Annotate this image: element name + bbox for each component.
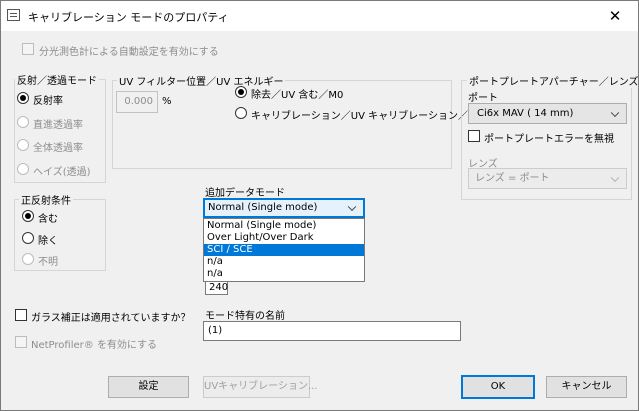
close-button[interactable]: ✕ [597, 4, 633, 28]
radio-haze-label: ヘイズ(透過) [33, 167, 91, 178]
data-mode-option[interactable]: n/a [204, 256, 364, 268]
radio-specular-unknown-label: 不明 [38, 257, 58, 268]
data-mode-option[interactable]: Normal (Single mode) [204, 220, 364, 232]
radio-uv-calibration-label: キャリブレーション／UV キャリブレーション／M1 [251, 111, 483, 122]
data-mode-option[interactable]: n/a [204, 268, 364, 280]
ignore-port-error-label: ポートプレートエラーを無視 [484, 134, 614, 145]
port-dropdown-value: Ci6x MAV ( 14 mm) [477, 108, 574, 119]
specular-title: 正反射条件 [19, 192, 73, 207]
netprofiler-checkbox[interactable] [15, 336, 27, 348]
radio-specular-exclude-label: 除く [38, 236, 58, 247]
radio-uv-exclude-label: 除去／UV 含む／M0 [251, 90, 344, 101]
radio-specular-include-label: 含む [38, 214, 58, 225]
app-window-icon [7, 9, 20, 21]
settings-button[interactable]: 設定 [108, 376, 189, 398]
radio-reflectance-label: 反射率 [33, 96, 63, 107]
reflect-mode-title: 反射／透過モード [15, 72, 99, 87]
radio-total-transmittance[interactable] [17, 139, 29, 151]
data-mode-option[interactable]: Over Light/Over Dark [204, 232, 364, 244]
glass-correction-label: ガラス補正は適用されていますか？ [31, 313, 191, 324]
radio-specular-unknown[interactable] [22, 253, 34, 265]
radio-reflectance[interactable] [17, 92, 29, 104]
port-dropdown[interactable]: Ci6x MAV ( 14 mm) [468, 103, 627, 124]
radio-specular-exclude[interactable] [22, 232, 34, 244]
chevron-down-icon [348, 200, 358, 216]
radio-total-transmittance-label: 全体透過率 [33, 143, 83, 154]
data-mode-label: 追加データモード [205, 188, 285, 199]
data-mode-option-selected[interactable]: SCI / SCE [204, 244, 364, 256]
port-title: ポートプレートアパーチャー／レンズ [467, 73, 639, 88]
data-mode-dropdown[interactable]: Normal (Single mode) [203, 198, 365, 218]
chevron-down-icon [611, 169, 621, 188]
chevron-down-icon [611, 104, 621, 123]
mode-name-label: モード特有の名前 [205, 311, 285, 322]
mode-name-input[interactable]: (1) [203, 321, 461, 341]
spectro-autoset-checkbox[interactable] [22, 43, 34, 55]
lens-dropdown-value: レンズ = ポート [475, 173, 550, 184]
data-mode-dropdown-list: Normal (Single mode) Over Light/Over Dar… [203, 218, 365, 282]
port-label: ポート [468, 93, 498, 104]
ok-button[interactable]: OK [461, 375, 535, 399]
data-mode-dropdown-value: Normal (Single mode) [208, 202, 318, 213]
spectro-autoset-label: 分光測色計による自動設定を有効にする [39, 47, 219, 58]
radio-uv-calibration[interactable] [235, 107, 247, 119]
radio-direct-transmittance[interactable] [17, 116, 29, 128]
uv-calibration-button[interactable]: UVキャリブレーション... [203, 376, 318, 398]
radio-haze[interactable] [17, 163, 29, 175]
radio-uv-exclude[interactable] [235, 86, 247, 98]
radio-specular-include[interactable] [22, 210, 34, 222]
window-title: キャリブレーション モードのプロパティ [28, 11, 229, 24]
hidden-field-input[interactable]: 240 [205, 280, 228, 295]
uv-energy-input[interactable]: 0.000 [116, 91, 158, 113]
lens-dropdown[interactable]: レンズ = ポート [468, 168, 627, 189]
ignore-port-error-checkbox[interactable] [468, 130, 480, 142]
cancel-button[interactable]: キャンセル [546, 376, 627, 398]
radio-direct-transmittance-label: 直進透過率 [33, 120, 83, 131]
uv-energy-unit: % [162, 96, 172, 107]
glass-correction-checkbox[interactable] [15, 309, 27, 321]
netprofiler-label: NetProfiler® を有効にする [31, 340, 158, 351]
